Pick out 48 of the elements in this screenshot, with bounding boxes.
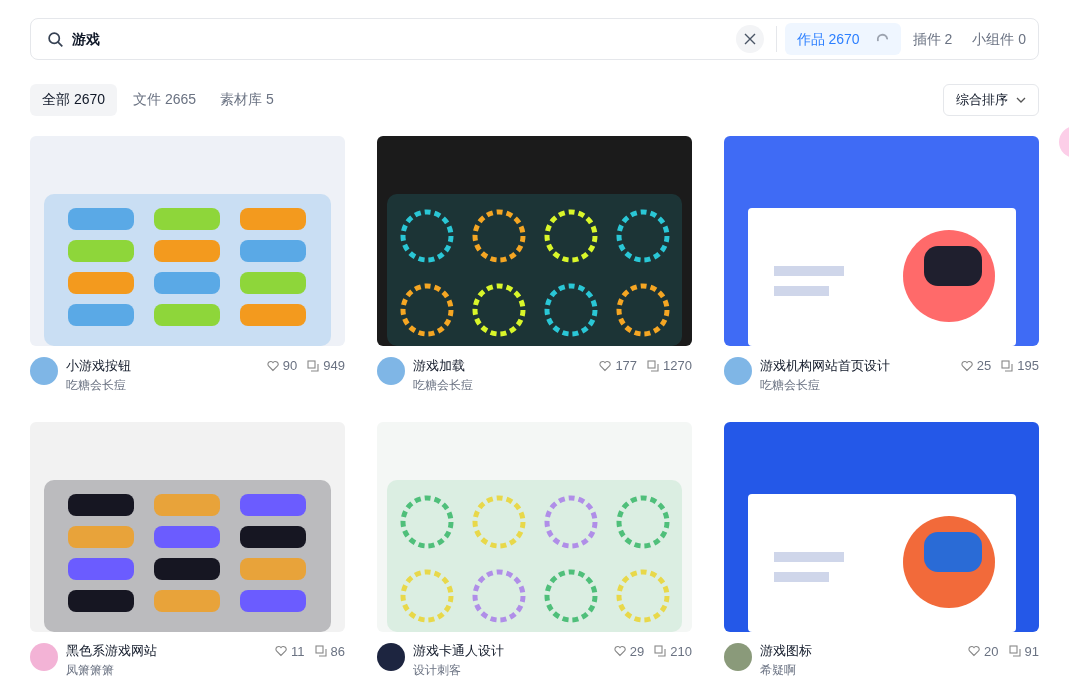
- clear-button[interactable]: [735, 25, 764, 53]
- author-name[interactable]: 希疑啊: [760, 661, 1039, 679]
- author-name[interactable]: 吃糖会长痘: [760, 375, 1039, 394]
- copy-icon: [1001, 359, 1014, 372]
- close-icon: [743, 33, 756, 45]
- copy-icon: [654, 645, 667, 658]
- like-count: 90: [282, 357, 298, 375]
- copy-icon: [307, 359, 320, 372]
- search-field[interactable]: 游戏 作品 2670 插件 2 小组件 0: [30, 18, 1039, 60]
- sort-dropdown[interactable]: 综合排序: [943, 83, 1039, 116]
- avatar[interactable]: [377, 642, 405, 671]
- copy-count: 195: [1017, 357, 1039, 375]
- work-title[interactable]: 游戏机构网站首页设计: [760, 356, 890, 375]
- like-count: 177: [615, 357, 638, 375]
- heart-icon: [266, 359, 279, 372]
- heart-icon: [275, 645, 288, 658]
- heart-icon: [968, 645, 981, 658]
- like-count: 25: [976, 357, 992, 375]
- like-count: 11: [291, 642, 305, 661]
- author-name[interactable]: 吃糖会长痘: [66, 375, 345, 394]
- heart-icon: [599, 359, 612, 372]
- like-count: 29: [629, 642, 645, 661]
- copy-count: 1270: [663, 357, 692, 375]
- scope-tab[interactable]: 小组件 0: [964, 23, 1034, 55]
- author-name[interactable]: 设计刺客: [413, 661, 692, 679]
- like-count: 20: [984, 642, 999, 661]
- filter-tab[interactable]: 文件 2665: [125, 83, 205, 116]
- copy-count: 210: [670, 642, 692, 661]
- heart-icon: [960, 359, 973, 372]
- author-name[interactable]: 凤箫箫箫: [66, 661, 345, 679]
- work-title[interactable]: 小游戏按钮: [66, 356, 131, 375]
- filter-tab[interactable]: 全部 2670: [30, 83, 118, 116]
- copy-icon: [314, 645, 327, 658]
- copy-icon: [1008, 645, 1021, 658]
- filter-tab[interactable]: 素材库 5: [212, 83, 282, 116]
- copy-count: 91: [1024, 642, 1039, 661]
- scope-tab[interactable]: 作品 2670: [784, 23, 901, 55]
- scope-tab[interactable]: 插件 2: [904, 23, 961, 55]
- copy-count: 86: [330, 642, 345, 661]
- copy-count: 949: [323, 357, 345, 375]
- work-title[interactable]: 黑色系游戏网站: [66, 642, 157, 661]
- work-title[interactable]: 游戏卡通人设计: [413, 642, 504, 661]
- author-name[interactable]: 吃糖会长痘: [413, 375, 692, 394]
- search-icon: [47, 30, 64, 48]
- work-title[interactable]: 游戏加载: [413, 356, 465, 375]
- work-title[interactable]: 游戏图标: [760, 642, 812, 661]
- copy-icon: [647, 359, 660, 372]
- heart-icon: [613, 645, 626, 658]
